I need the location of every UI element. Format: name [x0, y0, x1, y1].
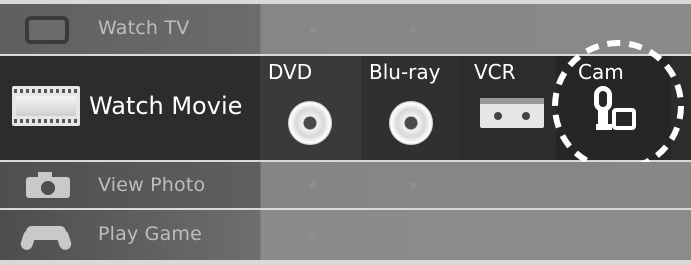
highlight-circle: [552, 40, 684, 172]
menu-row-view-photo[interactable]: View Photo: [0, 162, 691, 208]
source-dvd[interactable]: DVD: [260, 56, 360, 160]
menu-row-label: View Photo: [98, 174, 206, 196]
gamepad-icon: [19, 222, 73, 252]
tv-menu-screen: Watch TV Watch Movie DVD Blu-ray VCR Cam: [0, 0, 691, 265]
menu-row-label-selected: Watch Movie: [89, 92, 243, 120]
source-label: Blu-ray: [369, 60, 441, 84]
source-vcr[interactable]: VCR: [466, 56, 556, 160]
submenu-dot: [310, 27, 316, 33]
film-icon: [12, 86, 80, 126]
menu-row-label: Play Game: [98, 223, 203, 245]
submenu-dot: [410, 182, 416, 188]
source-bluray[interactable]: Blu-ray: [361, 56, 460, 160]
camera-icon: [26, 172, 70, 198]
vcr-tape-icon: [480, 98, 544, 128]
menu-row-label: Watch TV: [98, 17, 190, 39]
tv-icon: [25, 16, 69, 44]
disc-icon: [389, 101, 433, 145]
source-label: VCR: [474, 60, 516, 84]
submenu-dot: [310, 234, 316, 240]
source-label: DVD: [268, 60, 313, 84]
submenu-dot: [310, 182, 316, 188]
disc-icon: [288, 101, 332, 145]
submenu-dot: [410, 27, 416, 33]
menu-row-play-game[interactable]: Play Game: [0, 210, 691, 260]
